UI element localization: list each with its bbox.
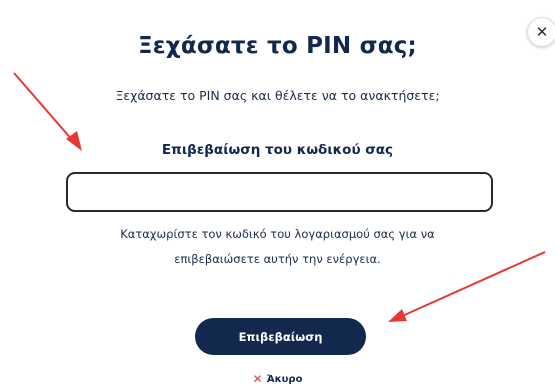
red-arrow-icon [388,251,546,322]
annotation-arrows [13,72,546,322]
red-arrow-icon [13,72,82,151]
